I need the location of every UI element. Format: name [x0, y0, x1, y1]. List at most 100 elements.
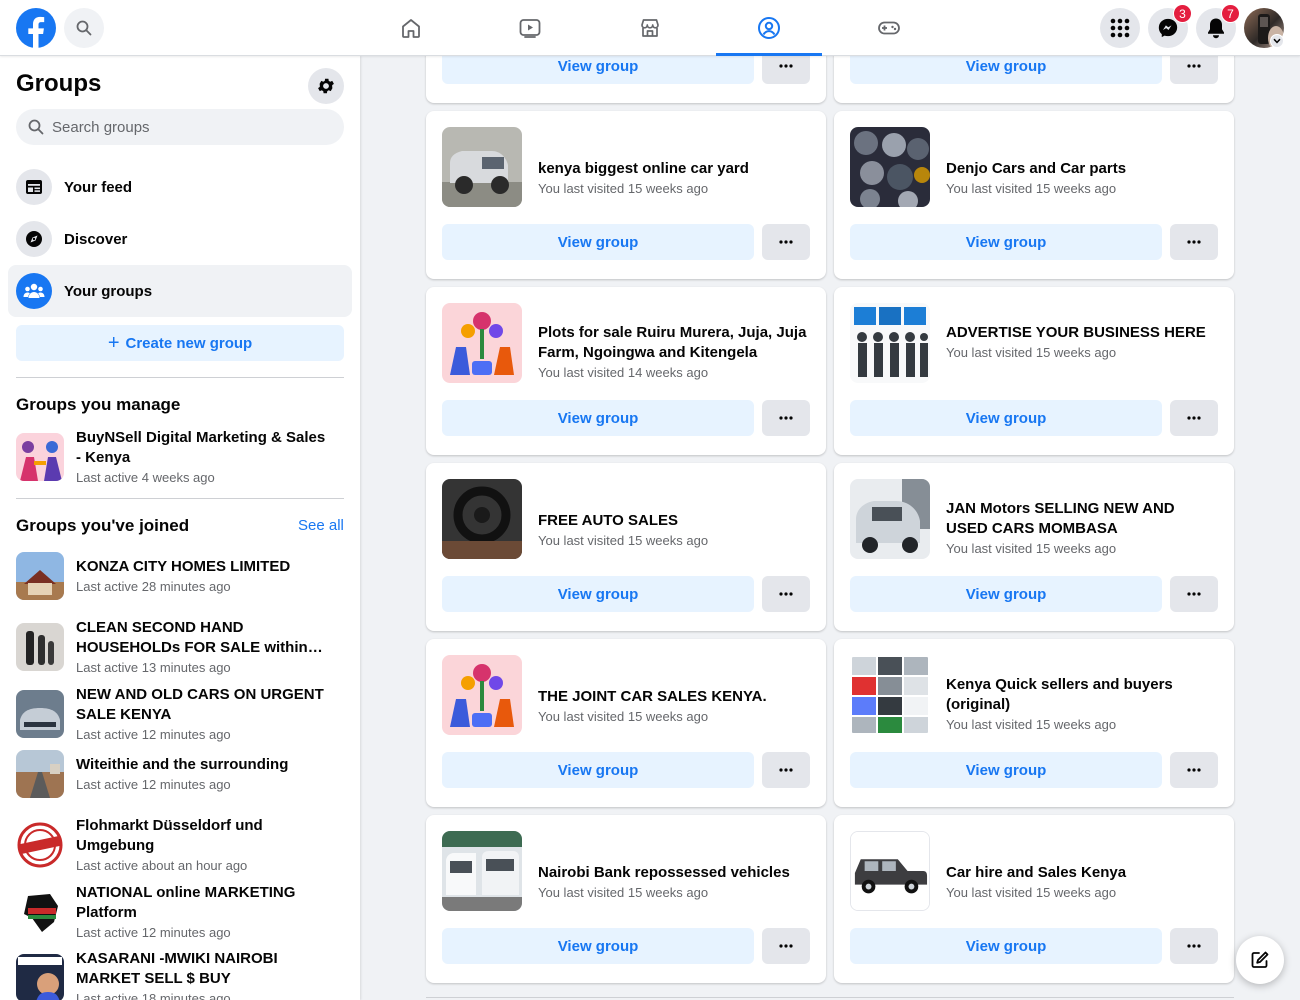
more-options-button[interactable]	[762, 928, 810, 964]
groups-icon	[758, 17, 780, 39]
chevron-down-icon	[1273, 38, 1281, 44]
settings-button[interactable]	[308, 68, 344, 104]
group-thumbnail	[16, 552, 64, 600]
joined-group-item[interactable]: KONZA CITY HOMES LIMITED Last active 28 …	[16, 552, 344, 600]
group-name[interactable]: Car hire and Sales Kenya	[946, 863, 1218, 883]
group-card: Kenya Quick sellers and buyers (original…	[834, 639, 1234, 807]
group-name[interactable]: Kenya Quick sellers and buyers (original…	[946, 675, 1218, 715]
group-name[interactable]: THE JOINT CAR SALES KENYA.	[538, 687, 810, 707]
group-card: ADVERTISE YOUR BUSINESS HERE You last vi…	[834, 287, 1234, 455]
sidebar-item-label: Your feed	[64, 178, 133, 196]
tab-gaming[interactable]	[836, 0, 942, 56]
more-options-button[interactable]	[762, 752, 810, 788]
facebook-logo-icon[interactable]	[16, 8, 56, 48]
group-name[interactable]: Denjo Cars and Car parts	[946, 159, 1218, 179]
view-group-button[interactable]: View group	[442, 752, 754, 788]
search-groups-field[interactable]	[16, 109, 344, 145]
group-name[interactable]: ADVERTISE YOUR BUSINESS HERE	[946, 323, 1218, 343]
group-last-visited: You last visited 15 weeks ago	[538, 181, 709, 196]
more-icon	[779, 416, 793, 420]
search-groups-input[interactable]	[52, 118, 322, 136]
group-thumbnail	[16, 821, 64, 869]
view-group-button[interactable]: View group	[850, 928, 1162, 964]
group-cover-image[interactable]	[850, 831, 930, 911]
tab-marketplace[interactable]	[597, 0, 703, 56]
group-last-active: Last active 28 minutes ago	[76, 579, 231, 594]
group-cover-image[interactable]	[442, 303, 522, 383]
joined-group-item[interactable]: Flohmarkt Düsseldorf und Umgebung Last a…	[16, 816, 344, 874]
notifications-badge: 7	[1221, 4, 1240, 23]
group-cover-image[interactable]	[442, 479, 522, 559]
view-group-button[interactable]: View group	[850, 576, 1162, 612]
view-group-button[interactable]: View group	[850, 224, 1162, 260]
joined-group-item[interactable]: CLEAN SECOND HAND HOUSEHOLDs FOR SALE wi…	[16, 618, 344, 676]
group-name[interactable]: kenya biggest online car yard	[538, 159, 810, 179]
sidebar-item-discover[interactable]: Discover	[8, 213, 352, 265]
group-cover-image[interactable]	[850, 127, 930, 207]
home-icon	[402, 19, 420, 38]
store-icon	[641, 19, 659, 37]
group-cover-image[interactable]	[442, 127, 522, 207]
managed-group-item[interactable]: BuyNSell Digital Marketing & Sales - Ken…	[16, 428, 344, 486]
search-icon	[76, 20, 92, 36]
group-card: kenya biggest online car yard You last v…	[426, 111, 826, 279]
more-options-button[interactable]	[1170, 752, 1218, 788]
group-cover-image[interactable]	[850, 479, 930, 559]
group-thumbnail	[16, 750, 64, 798]
joined-group-item[interactable]: NEW AND OLD CARS ON URGENT SALE KENYA La…	[16, 685, 344, 743]
group-cover-image[interactable]	[442, 831, 522, 911]
group-name: KONZA CITY HOMES LIMITED	[76, 558, 291, 575]
group-name[interactable]: Plots for sale Ruiru Murera, Juja, Juja …	[538, 323, 810, 363]
view-group-button[interactable]: View group	[442, 576, 754, 612]
group-name[interactable]: FREE AUTO SALES	[538, 511, 810, 531]
see-all-link[interactable]: See all	[298, 517, 344, 534]
notifications-button[interactable]: 7	[1196, 4, 1240, 48]
menu-button[interactable]	[1100, 8, 1140, 48]
view-group-button[interactable]: View group	[442, 400, 754, 436]
group-last-active: Last active 18 minutes ago	[76, 991, 231, 1000]
tab-groups[interactable]	[716, 0, 822, 56]
group-card: Denjo Cars and Car parts You last visite…	[834, 111, 1234, 279]
group-last-visited: You last visited 15 weeks ago	[946, 345, 1117, 360]
people-icon	[23, 283, 45, 298]
view-group-button[interactable]: View group	[850, 400, 1162, 436]
search-button[interactable]	[64, 8, 104, 48]
tab-watch[interactable]	[477, 0, 583, 56]
create-new-group-label: Create new group	[125, 334, 253, 352]
group-last-active: Last active 4 weeks ago	[76, 470, 215, 485]
create-new-group-button[interactable]: + Create new group	[16, 325, 344, 361]
compass-icon	[26, 231, 42, 247]
more-icon	[779, 240, 793, 244]
joined-group-item[interactable]: KASARANI -MWIKI NAIROBI MARKET SELL $ BU…	[16, 949, 344, 1000]
joined-group-item[interactable]: Witeithie and the surrounding Last activ…	[16, 750, 344, 798]
groups-you-manage-heading: Groups you manage	[16, 395, 181, 414]
view-group-button[interactable]: View group	[442, 224, 754, 260]
group-name[interactable]: JAN Motors SELLING NEW AND USED CARS MOM…	[946, 499, 1218, 539]
group-last-visited: You last visited 15 weeks ago	[538, 885, 709, 900]
group-last-active: Last active 12 minutes ago	[76, 777, 231, 792]
group-cover-image[interactable]	[850, 303, 930, 383]
more-options-button[interactable]	[762, 400, 810, 436]
more-options-button[interactable]	[1170, 576, 1218, 612]
sidebar-item-your-groups[interactable]: Your groups	[8, 265, 352, 317]
joined-group-item[interactable]: NATIONAL online MARKETING Platform Last …	[16, 883, 344, 941]
messenger-button[interactable]: 3	[1148, 4, 1192, 48]
more-options-button[interactable]	[1170, 224, 1218, 260]
grid-menu-icon	[1110, 18, 1130, 38]
more-options-button[interactable]	[762, 576, 810, 612]
group-name: NATIONAL online MARKETING Platform	[76, 884, 296, 921]
view-group-button[interactable]: View group	[442, 928, 754, 964]
tab-home[interactable]	[358, 0, 464, 56]
more-options-button[interactable]	[762, 224, 810, 260]
more-options-button[interactable]	[1170, 928, 1218, 964]
top-navigation-bar: 3 7	[0, 0, 1300, 56]
account-menu-button[interactable]	[1270, 34, 1284, 48]
feed-icon	[26, 180, 42, 194]
more-options-button[interactable]	[1170, 400, 1218, 436]
group-name[interactable]: Nairobi Bank repossessed vehicles	[538, 863, 810, 883]
new-message-button[interactable]	[1236, 936, 1284, 984]
view-group-button[interactable]: View group	[850, 752, 1162, 788]
sidebar-item-your-feed[interactable]: Your feed	[8, 161, 352, 213]
group-cover-image[interactable]	[442, 655, 522, 735]
group-cover-image[interactable]	[850, 655, 930, 735]
